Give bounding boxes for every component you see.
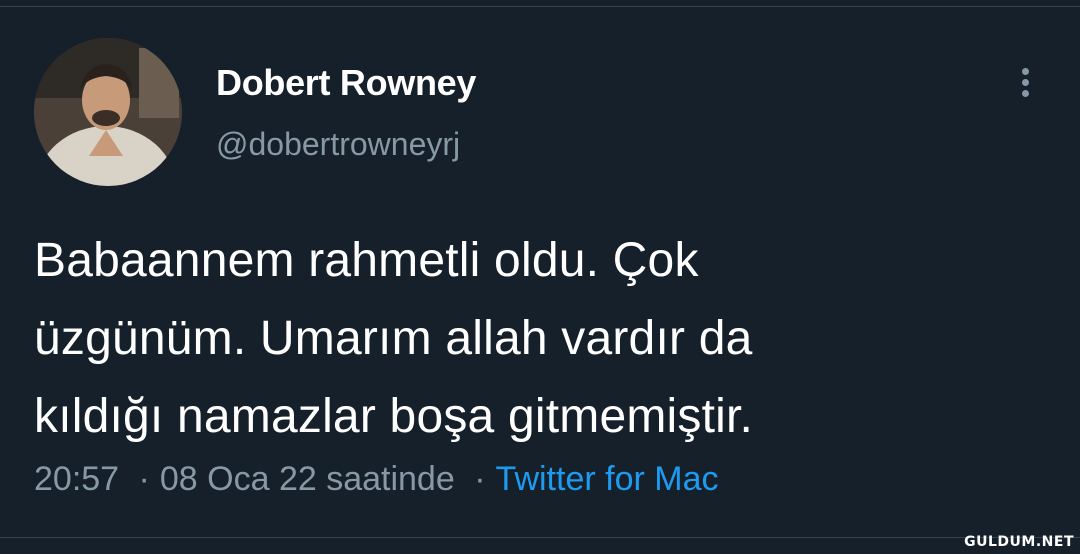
tweet-text: Babaannem rahmetli oldu. Çok üzgünüm. Um… (34, 222, 1034, 456)
author-handle[interactable]: @dobertrowneyrj (216, 126, 460, 163)
user-avatar-photo-icon (34, 38, 182, 186)
tweet-time[interactable]: 20:57 (34, 460, 119, 498)
author-display-name[interactable]: Dobert Rowney (216, 62, 476, 104)
meta-separator: · (138, 460, 150, 498)
more-options-button[interactable] (1008, 62, 1042, 102)
tweet-text-line: Babaannem rahmetli oldu. Çok (34, 234, 699, 287)
tweet-text-line: kıldığı namazlar boşa gitmemiştir. (34, 390, 754, 443)
more-vertical-icon-dot (1021, 78, 1029, 86)
bottom-divider (0, 537, 1080, 538)
tweet-metadata: 20:57 · 08 Oca 22 saatinde · Twitter for M… (34, 460, 718, 499)
tweet-text-line: üzgünüm. Umarım allah vardır da (34, 312, 753, 365)
more-vertical-icon-dot (1021, 89, 1029, 97)
more-vertical-icon (1021, 67, 1029, 75)
avatar[interactable] (34, 38, 182, 186)
meta-separator: · (474, 460, 486, 498)
watermark: GULDUM.NET (964, 534, 1074, 550)
tweet-date[interactable]: 08 Oca 22 saatinde (160, 460, 455, 498)
top-divider (0, 6, 1080, 7)
tweet-source-link[interactable]: Twitter for Mac (496, 460, 719, 498)
